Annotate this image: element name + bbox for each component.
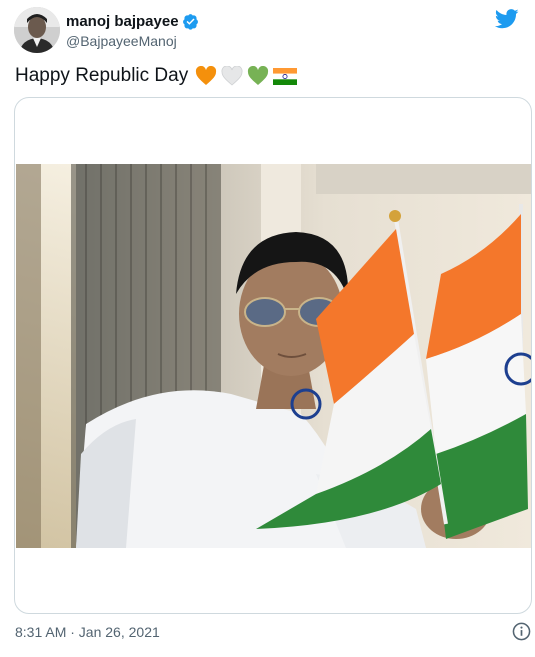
tweet-text-content: Happy Republic Day [15, 65, 189, 86]
author-avatar[interactable] [14, 7, 60, 53]
white-heart-icon [221, 66, 243, 86]
tweet-media-card[interactable] [14, 97, 532, 614]
verified-badge-icon [182, 14, 198, 30]
photo-illustration [16, 164, 531, 548]
india-flag-icon [273, 67, 298, 85]
info-icon[interactable] [512, 622, 531, 641]
twitter-bird-icon[interactable] [495, 9, 519, 29]
green-heart-icon [248, 66, 269, 85]
author-handle[interactable]: @BajpayeeManoj [66, 33, 177, 49]
orange-heart-icon [196, 66, 217, 85]
tweet-photo[interactable] [16, 164, 531, 548]
author-name-row[interactable]: manoj bajpayee [66, 13, 199, 30]
author-name[interactable]: manoj bajpayee [66, 13, 179, 30]
tweet-timestamp[interactable]: 8:31 AM · Jan 26, 2021 [15, 624, 160, 640]
tweet-text: Happy Republic Day [15, 65, 298, 87]
